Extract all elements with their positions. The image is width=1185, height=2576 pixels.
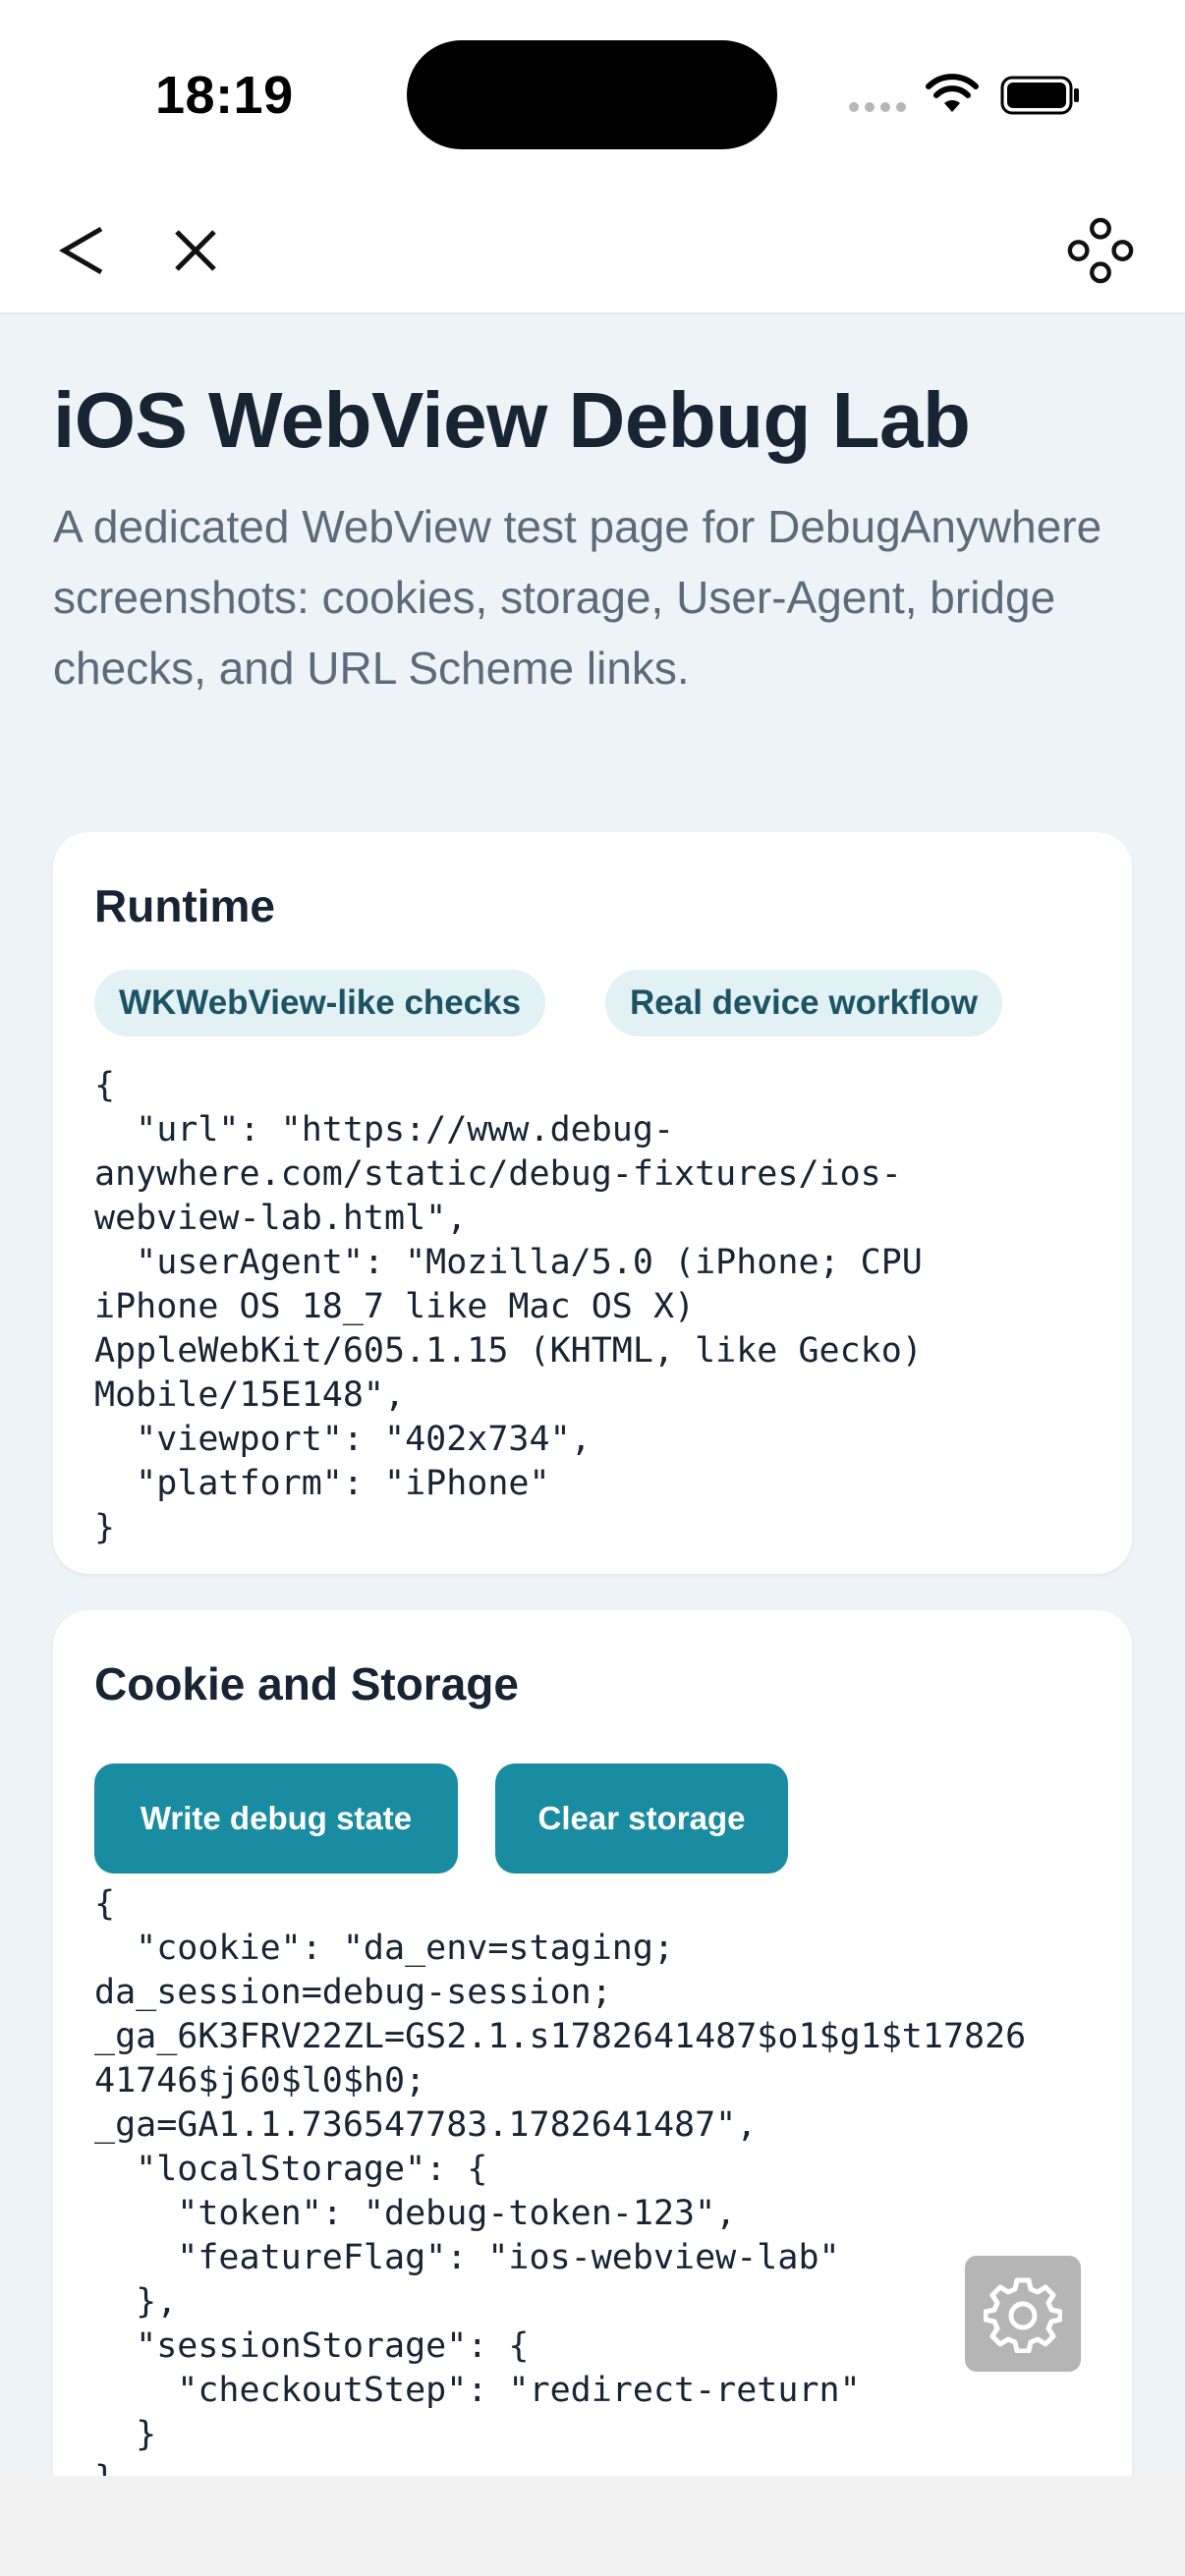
navigation-bar [0, 187, 1185, 314]
gear-icon [984, 2277, 1062, 2353]
status-bar: 18:19 [0, 0, 1185, 187]
four-circles-icon [1067, 217, 1134, 284]
chip-wkwebview-checks: WKWebView-like checks [94, 970, 546, 1036]
cookie-storage-card-title: Cookie and Storage [94, 1658, 519, 1709]
wifi-icon [926, 74, 979, 112]
debug-settings-button[interactable] [965, 2256, 1081, 2372]
runtime-card-title: Runtime [94, 880, 275, 931]
close-icon [175, 230, 216, 271]
dynamic-island [407, 40, 777, 149]
webview-content[interactable]: iOS WebView Debug Lab A dedicated WebVie… [0, 314, 1185, 2476]
clear-storage-button[interactable]: Clear storage [495, 1764, 788, 1874]
page-title: iOS WebView Debug Lab [53, 376, 971, 464]
back-button[interactable] [47, 216, 116, 285]
write-debug-state-button[interactable]: Write debug state [94, 1764, 458, 1874]
runtime-card: Runtime WKWebView-like checks Real devic… [53, 832, 1132, 1574]
chip-real-device-workflow: Real device workflow [605, 970, 1003, 1036]
storage-json: { "cookie": "da_env=staging; da_session=… [94, 1884, 1027, 2476]
menu-button[interactable] [1066, 216, 1135, 285]
chevron-left-icon [59, 226, 103, 275]
page-description: A dedicated WebView test page for DebugA… [53, 501, 1102, 694]
runtime-json: { "url": "https://www.debug- anywhere.co… [94, 1066, 923, 1547]
bottom-toolbar [0, 2476, 1185, 2576]
close-button[interactable] [161, 216, 230, 285]
status-time: 18:19 [155, 66, 294, 125]
battery-icon [1000, 76, 1079, 115]
